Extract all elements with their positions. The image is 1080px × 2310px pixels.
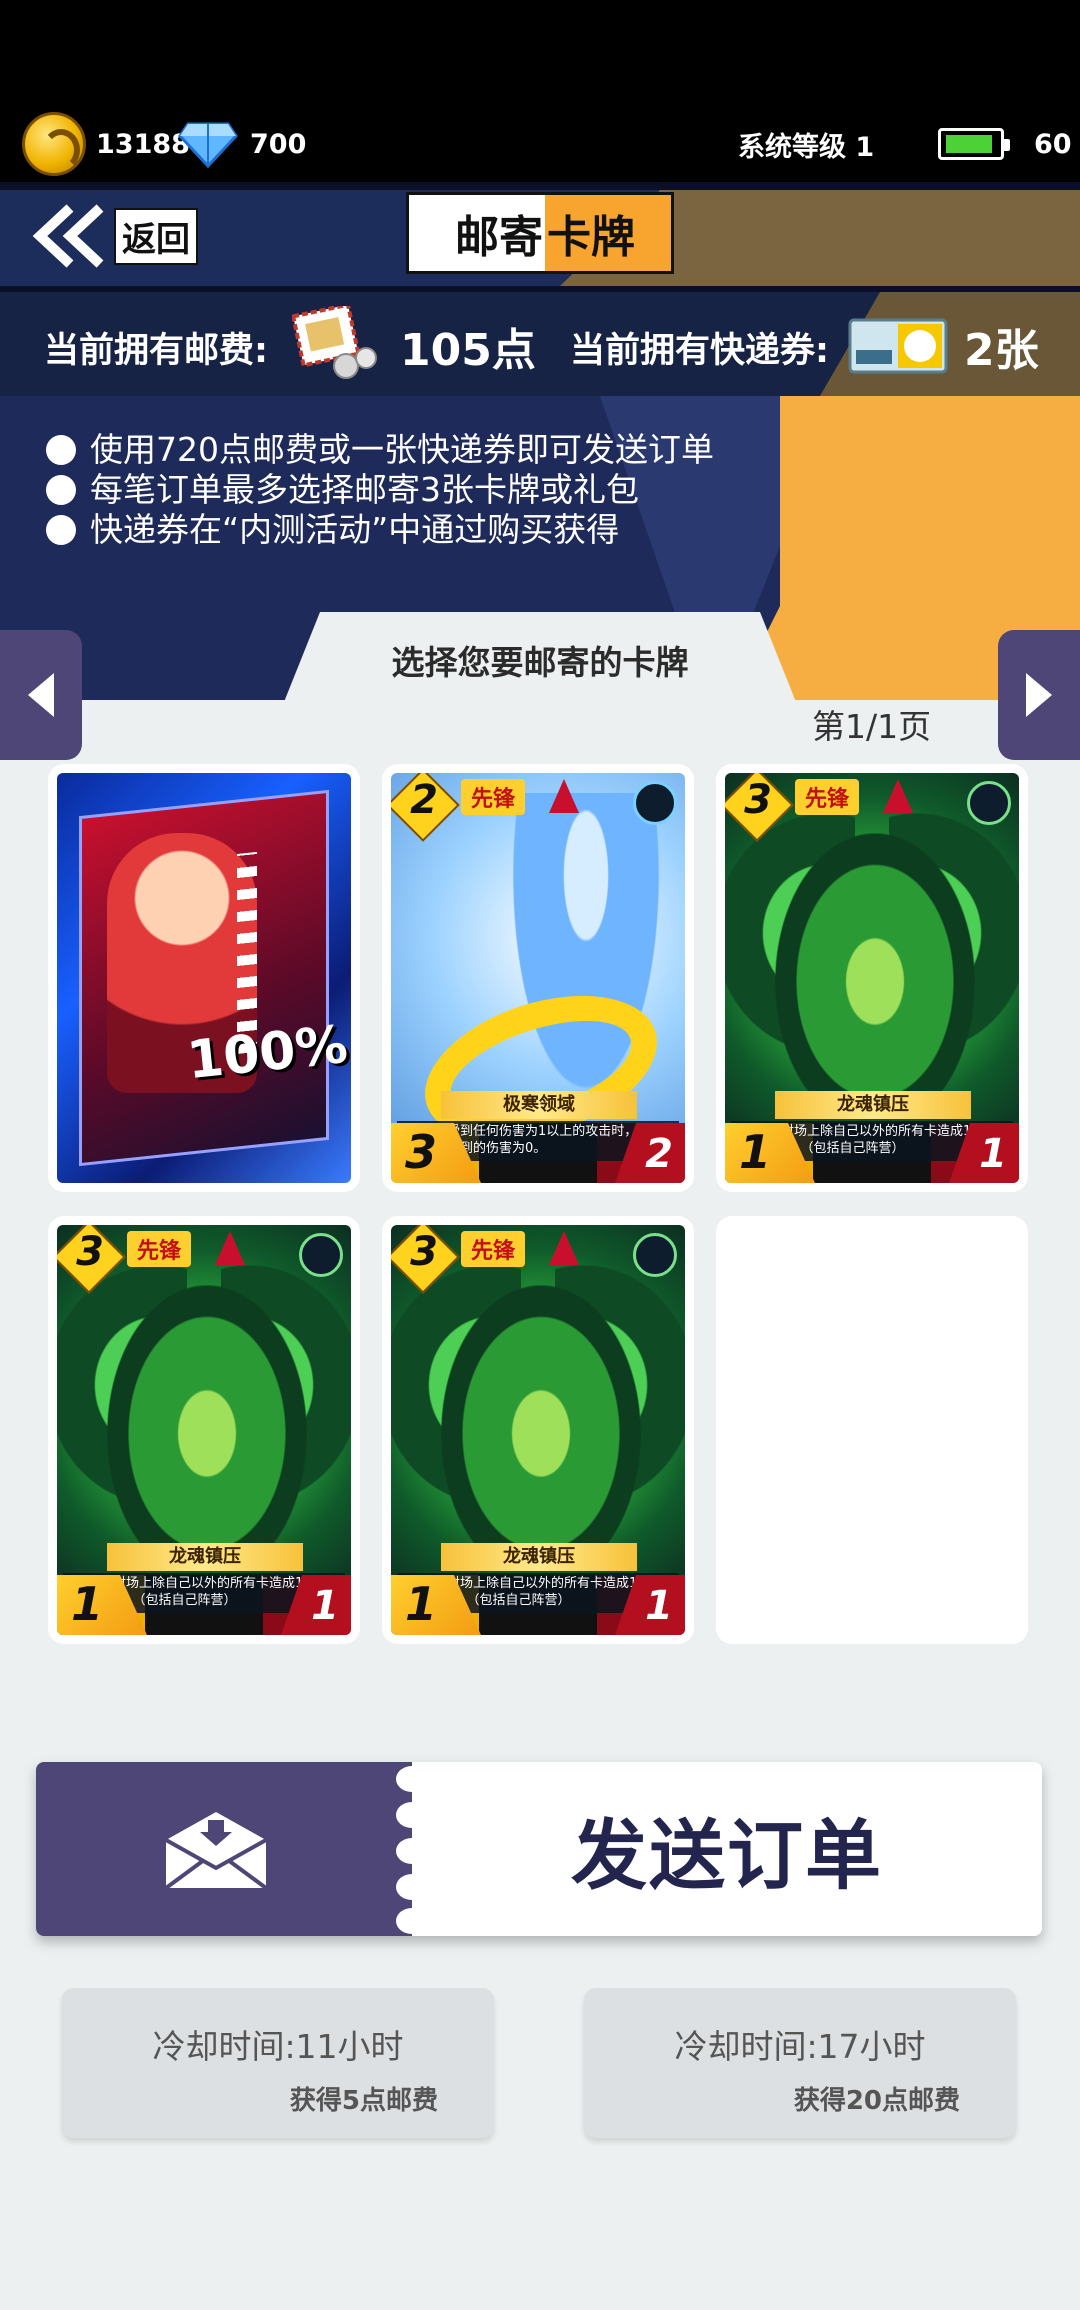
unit-card: 3 先锋 龙魂镇压 对场上除自己以外的所有卡造成1点伤害。（包括自己阵营） 1 … (391, 1225, 685, 1635)
unit-card: 2 先锋 极寒领域 受到任何伤害为1以上的攻击时，此卡受到的伤害为0。 3 2 (391, 773, 685, 1183)
rule-item: 使用720点邮费或一张快递券即可发送订单 (46, 430, 714, 470)
cooldown-time: 冷却时间:17小时 (674, 2027, 926, 2066)
arrow-left-icon (28, 673, 54, 717)
battery-icon (938, 128, 1010, 160)
bullet-dot-icon (46, 475, 76, 505)
cooldown-panel-1[interactable]: 冷却时间:11小时 获得5点邮费 (62, 1988, 494, 2138)
express-ticket-icon (848, 318, 948, 374)
status-bar: 13188 700 系统等级 1 60 (0, 0, 1080, 182)
postage-label: 当前拥有邮费: (44, 331, 268, 371)
double-chevron-left-icon (32, 204, 104, 268)
card-cost: 3 (744, 777, 772, 823)
faction-icon (299, 1233, 343, 1277)
ticket-label: 当前拥有快递券: (570, 331, 829, 371)
unit-card: 3 先锋 龙魂镇压 对场上除自己以外的所有卡造成1点伤害。（包括自己阵营） 1 … (725, 773, 1019, 1183)
card-attack: 1 (739, 1125, 772, 1179)
card-attack: 1 (405, 1577, 438, 1631)
diamond-value: 700 (250, 128, 307, 160)
vanguard-icon (549, 1231, 579, 1265)
gold-value: 13188 (96, 128, 190, 160)
back-label: 返回 (114, 207, 198, 265)
card-slot[interactable]: 2 先锋 极寒领域 受到任何伤害为1以上的攻击时，此卡受到的伤害为0。 3 2 (382, 764, 694, 1192)
send-order-label: 发送订单 (571, 1811, 883, 1900)
next-page-button[interactable] (998, 630, 1080, 760)
rule-item: 快递券在“内测活动”中通过购买获得 (46, 510, 714, 550)
system-level: 系统等级 1 (738, 131, 875, 163)
arrow-right-icon (1026, 673, 1052, 717)
card-health: 1 (645, 1583, 673, 1629)
card-role: 先锋 (461, 779, 526, 815)
card-name: 极寒领域 (441, 1091, 637, 1119)
card-cost: 2 (410, 777, 438, 823)
card-slot[interactable]: 3 先锋 龙魂镇压 对场上除自己以外的所有卡造成1点伤害。（包括自己阵营） 1 … (382, 1216, 694, 1644)
postage-value: 105点 (400, 325, 536, 376)
cooldown-reward: 获得20点邮费 (793, 2086, 960, 2116)
page-indicator: 第1/1页 (812, 707, 932, 746)
bullet-dot-icon (46, 515, 76, 545)
envelope-icon (164, 1812, 268, 1890)
empty-card-slot[interactable] (716, 1216, 1028, 1644)
rules-list: 使用720点邮费或一张快递券即可发送订单 每笔订单最多选择邮寄3张卡牌或礼包 快… (46, 430, 714, 550)
card-health: 2 (645, 1131, 673, 1177)
stamp-icon (292, 306, 377, 379)
card-attack: 3 (405, 1125, 438, 1179)
card-cost: 3 (410, 1229, 438, 1275)
gold-coin-icon (22, 112, 86, 176)
back-button[interactable]: 返回 (30, 196, 200, 276)
dragon-art (441, 1285, 641, 1555)
cooldown-time: 冷却时间:11小时 (152, 2027, 404, 2066)
card-name: 龙魂镇压 (107, 1543, 303, 1571)
currency-stats: 当前拥有邮费: 105点 当前拥有快递券: 2张 (0, 292, 1080, 396)
ticket-value: 2张 (964, 325, 1039, 376)
card-name: 龙魂镇压 (775, 1091, 971, 1119)
card-slot[interactable]: 3 先锋 龙魂镇压 对场上除自己以外的所有卡造成1点伤害。（包括自己阵营） 1 … (48, 1216, 360, 1644)
dragon-art (107, 1285, 307, 1555)
header: 返回 邮寄 卡牌 (0, 182, 1080, 292)
section-title: 选择您要邮寄的卡牌 (391, 643, 689, 682)
vanguard-icon (883, 779, 913, 813)
card-cost: 3 (76, 1229, 104, 1275)
dragon-art (775, 833, 975, 1103)
cooldown-panel-2[interactable]: 冷却时间:17小时 获得20点邮费 (584, 1988, 1016, 2138)
prev-page-button[interactable] (0, 630, 82, 760)
card-health: 1 (979, 1131, 1007, 1177)
vanguard-icon (215, 1231, 245, 1265)
card-role: 先锋 (795, 779, 860, 815)
card-slot[interactable]: 100% (48, 764, 360, 1192)
send-order-button[interactable]: 发送订单 (36, 1762, 1042, 1936)
card-role: 先锋 (127, 1231, 192, 1267)
card-name: 龙魂镇压 (441, 1543, 637, 1571)
faction-icon (967, 781, 1011, 825)
faction-icon (633, 781, 677, 825)
energy-value: 60 (1034, 128, 1072, 160)
rule-item: 每笔订单最多选择邮寄3张卡牌或礼包 (46, 470, 714, 510)
card-role: 先锋 (461, 1231, 526, 1267)
card-slot[interactable]: 3 先锋 龙魂镇压 对场上除自己以外的所有卡造成1点伤害。（包括自己阵营） 1 … (716, 764, 1028, 1192)
diamond-icon (178, 120, 238, 169)
gold-counter: 13188 (22, 112, 190, 176)
diamond-counter: 700 (178, 112, 306, 176)
card-health: 1 (311, 1583, 339, 1629)
bullet-dot-icon (46, 435, 76, 465)
card-attack: 1 (71, 1577, 104, 1631)
cooldown-reward: 获得5点邮费 (289, 2086, 438, 2116)
page-title: 邮寄 卡牌 (406, 192, 674, 274)
faction-icon (633, 1233, 677, 1277)
card-pack: 100% (57, 773, 351, 1183)
unit-card: 3 先锋 龙魂镇压 对场上除自己以外的所有卡造成1点伤害。（包括自己阵营） 1 … (57, 1225, 351, 1635)
energy-counter: 60 (938, 112, 1072, 176)
